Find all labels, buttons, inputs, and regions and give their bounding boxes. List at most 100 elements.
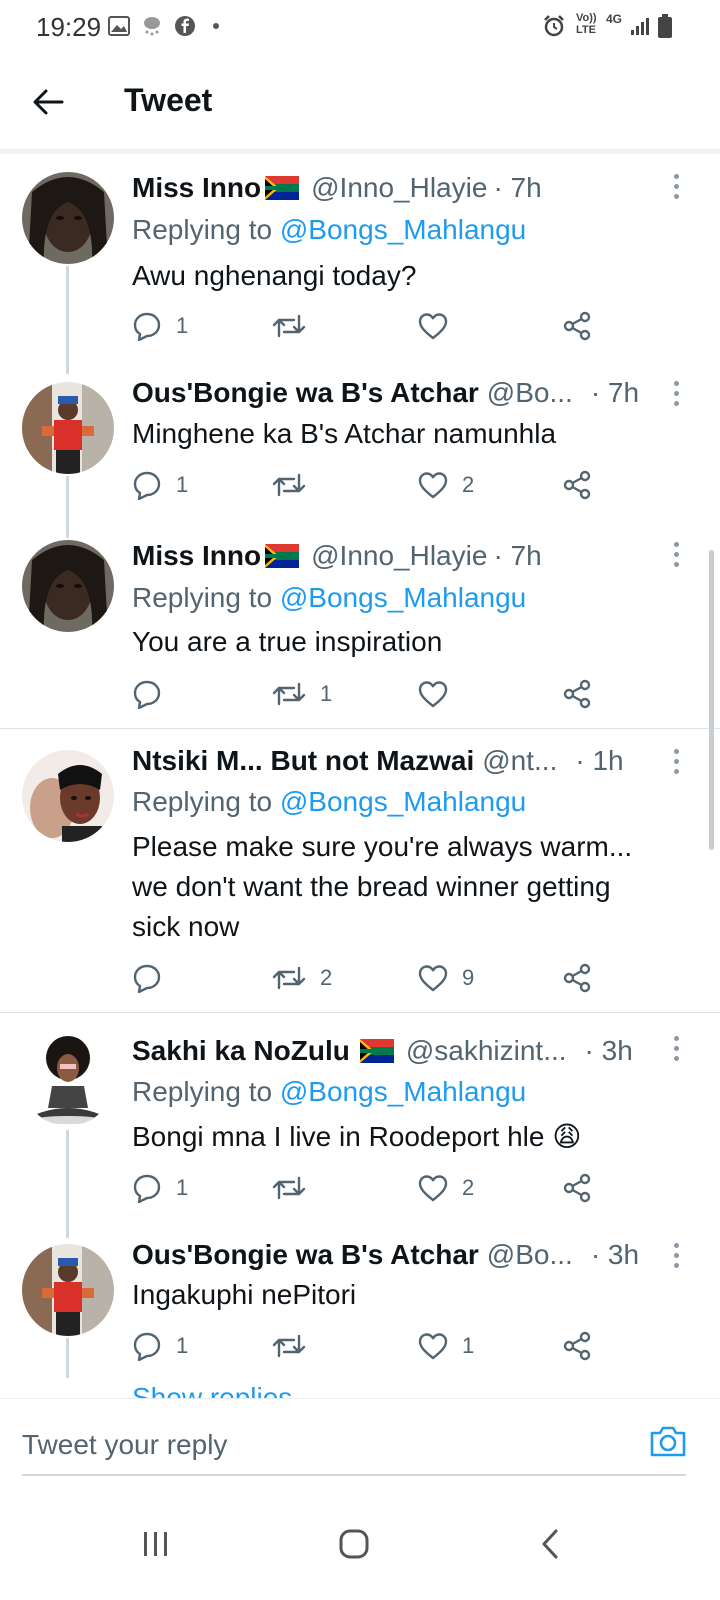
user-handle[interactable]: @sakhizint...: [406, 1035, 567, 1067]
status-bar: 19:29 Vo)) LTE 4G: [0, 0, 720, 56]
back-nav-button[interactable]: [520, 1514, 580, 1574]
reply-count: 1: [176, 1175, 189, 1200]
share-button[interactable]: [562, 674, 592, 714]
share-button[interactable]: [562, 1168, 592, 1208]
gallery-icon: [108, 16, 130, 36]
recents-button[interactable]: [126, 1514, 186, 1574]
avatar[interactable]: [22, 172, 114, 264]
share-icon: [563, 1331, 591, 1361]
share-button[interactable]: [562, 1326, 592, 1366]
avatar-image: [22, 540, 114, 632]
mention-link[interactable]: @Bongs_Mahlangu: [280, 786, 526, 817]
more-options-button[interactable]: [666, 166, 686, 206]
user-name[interactable]: Miss Inno: [132, 540, 261, 572]
reply-button[interactable]: [132, 674, 176, 714]
user-name[interactable]: Miss Inno: [132, 172, 261, 204]
like-button[interactable]: 1: [418, 1326, 474, 1366]
back-button[interactable]: [26, 80, 70, 124]
user-handle[interactable]: @Bo...: [487, 1239, 573, 1271]
heart-icon: [418, 313, 448, 340]
user-handle[interactable]: @Inno_Hlayie: [311, 540, 487, 572]
signal-icon: [631, 18, 649, 35]
user-handle[interactable]: @Bo...: [487, 377, 573, 409]
more-options-button[interactable]: [666, 1235, 686, 1275]
volte-icon: Vo)) LTE: [576, 12, 597, 36]
replying-to: Replying to @Bongs_Mahlangu: [132, 214, 526, 246]
user-name[interactable]: Ntsiki M... But not Mazwai: [132, 745, 474, 777]
mention-link[interactable]: @Bongs_Mahlangu: [280, 1076, 526, 1107]
share-button[interactable]: [562, 465, 592, 505]
tweet-text: Bongi mna I live in Roodeport hle 😩: [132, 1117, 676, 1157]
share-icon: [563, 1173, 591, 1203]
retweet-button[interactable]: 1: [272, 674, 332, 714]
reply-icon: [133, 471, 161, 500]
reply-button[interactable]: 1: [132, 465, 188, 505]
retweet-button[interactable]: 2: [272, 958, 332, 998]
avatar-image: [22, 172, 114, 264]
more-options-button[interactable]: [666, 741, 686, 781]
user-name[interactable]: Ous'Bongie wa B's Atchar: [132, 1239, 479, 1271]
avatar[interactable]: [22, 1244, 114, 1336]
thread-line: [66, 266, 69, 374]
tweet-text-body: Bongi mna I live in Roodeport hle: [132, 1121, 545, 1152]
share-button[interactable]: [562, 306, 592, 346]
retweet-count: 2: [320, 965, 333, 990]
reply-button[interactable]: 1: [132, 306, 188, 346]
user-handle[interactable]: @nt...: [482, 745, 557, 777]
thread-line: [66, 1338, 69, 1378]
replying-to-label: Replying to: [132, 1076, 273, 1107]
back-icon: [542, 1529, 558, 1559]
avatar[interactable]: [22, 382, 114, 474]
tweet-actions: 1: [132, 306, 612, 346]
show-replies-link[interactable]: Show replies: [132, 1382, 292, 1398]
reply-input[interactable]: [22, 1425, 582, 1465]
heart-icon: [418, 472, 448, 499]
heart-icon: [418, 1175, 448, 1202]
reply-icon: [133, 680, 161, 709]
retweet-icon: [272, 682, 306, 706]
more-options-button[interactable]: [666, 373, 686, 413]
heart-icon: [418, 681, 448, 708]
avatar[interactable]: [22, 540, 114, 632]
mention-link[interactable]: @Bongs_Mahlangu: [280, 582, 526, 613]
user-name[interactable]: Sakhi ka NoZulu: [132, 1035, 350, 1067]
reply-button[interactable]: 1: [132, 1326, 188, 1366]
system-nav-bar: [0, 1490, 720, 1600]
more-options-button[interactable]: [666, 534, 686, 574]
camera-button[interactable]: [648, 1423, 692, 1467]
reply-icon: [133, 1332, 161, 1361]
retweet-button[interactable]: [272, 306, 320, 346]
thread-line: [66, 476, 69, 538]
reply-button[interactable]: 1: [132, 1168, 188, 1208]
user-handle[interactable]: @Inno_Hlayie: [311, 172, 487, 204]
replying-to-label: Replying to: [132, 214, 273, 245]
more-options-button[interactable]: [666, 1028, 686, 1068]
home-button[interactable]: [324, 1514, 384, 1574]
avatar[interactable]: [22, 1034, 114, 1126]
mention-link[interactable]: @Bongs_Mahlangu: [280, 214, 526, 245]
retweet-button[interactable]: [272, 465, 320, 505]
retweet-icon: [272, 966, 306, 990]
4g-icon: 4G: [606, 12, 623, 26]
retweet-button[interactable]: [272, 1168, 320, 1208]
tweet-time: · 7h: [590, 377, 640, 408]
like-button[interactable]: [418, 674, 462, 714]
like-count: 9: [462, 965, 475, 990]
share-icon: [563, 963, 591, 993]
home-icon: [339, 1529, 369, 1559]
share-button[interactable]: [562, 958, 592, 998]
like-button[interactable]: 2: [418, 465, 474, 505]
like-button[interactable]: [418, 306, 462, 346]
alarm-icon: [544, 15, 564, 37]
replying-to-label: Replying to: [132, 786, 273, 817]
reply-button[interactable]: [132, 958, 176, 998]
like-button[interactable]: 9: [418, 958, 474, 998]
retweet-button[interactable]: [272, 1326, 320, 1366]
user-name[interactable]: Ous'Bongie wa B's Atchar: [132, 377, 479, 409]
battery-icon: [658, 14, 672, 38]
tweet-text: Ingakuphi nePitori: [132, 1279, 357, 1310]
scrollbar[interactable]: [709, 550, 714, 850]
tweet-text-line: we don't want the bread winner getting: [132, 871, 611, 902]
like-button[interactable]: 2: [418, 1168, 474, 1208]
avatar[interactable]: [22, 750, 114, 842]
